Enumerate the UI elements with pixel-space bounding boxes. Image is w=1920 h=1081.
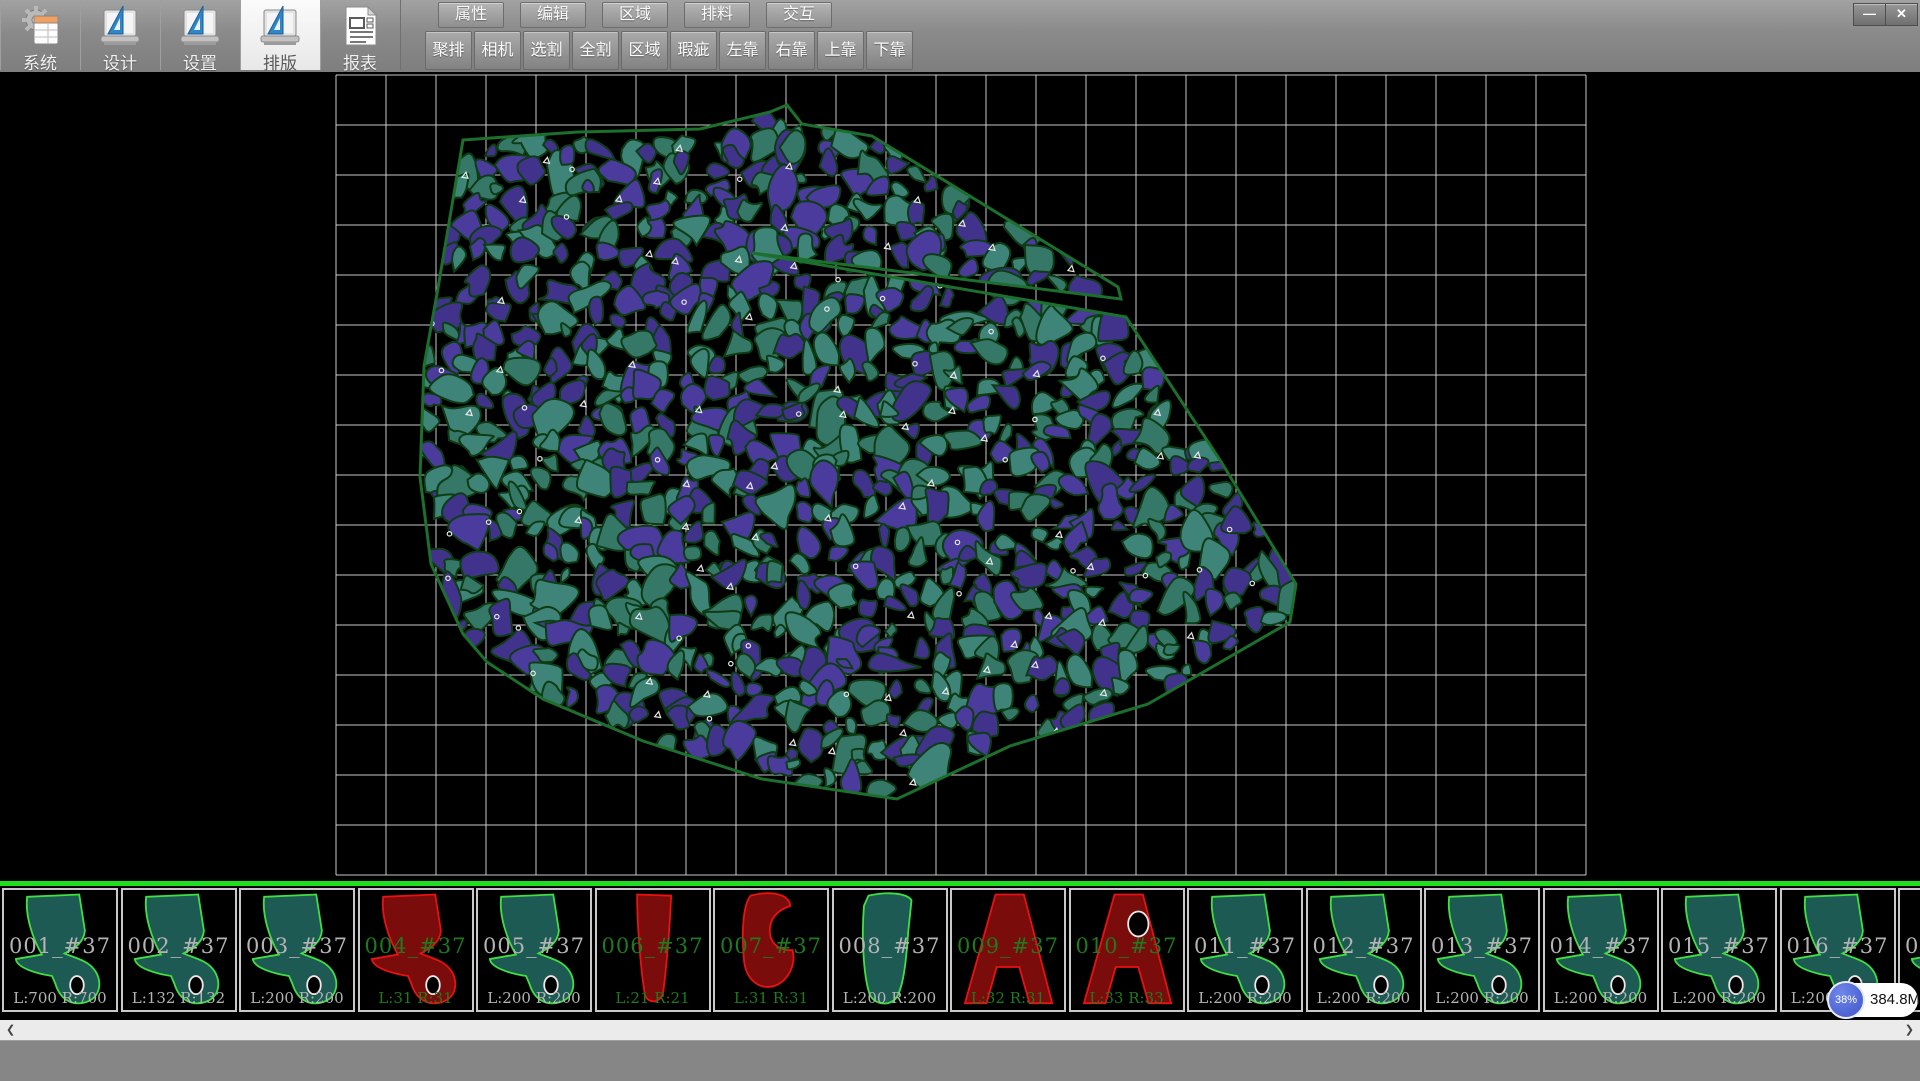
main-button-system[interactable]: 系统	[0, 0, 81, 70]
main-button-layout[interactable]: 排版	[240, 0, 321, 70]
pattern-lr-count: L:31 R:31	[360, 989, 472, 1007]
main-button-label: 报表	[320, 49, 400, 74]
menu-tab-properties[interactable]: 属性	[438, 2, 504, 28]
pattern-id-label: 015_#37	[1663, 934, 1775, 958]
pattern-thumb-011_#37[interactable]: 011_#37 L:200 R:200	[1187, 888, 1303, 1012]
pattern-thumb-014_#37[interactable]: 014_#37 L:200 R:200	[1543, 888, 1659, 1012]
pattern-lr-count: L:200 R:200	[1663, 989, 1775, 1007]
tool-button-camera[interactable]: 相机	[474, 31, 521, 70]
pattern-thumb-002_#37[interactable]: 002_#37 L:132 R:132	[121, 888, 237, 1012]
system-icon	[18, 4, 62, 48]
pattern-lr-count: L:200 R:200	[834, 989, 946, 1007]
pattern-thumb-007_#37[interactable]: 007_#37 L:31 R:31	[713, 888, 829, 1012]
pattern-id-label: 001_#37	[4, 934, 116, 958]
titlebar: 系统设计设置排版报表 属性编辑区域排料交互 聚排相机选割全割区域瑕疵左靠右靠上靠…	[0, 0, 1920, 74]
pattern-thumb-003_#37[interactable]: 003_#37 L:200 R:200	[239, 888, 355, 1012]
pattern-lr-count: L:700 R:700	[4, 989, 116, 1007]
scroll-left-icon[interactable]: ❮	[6, 1020, 15, 1040]
tool-button-cut-all[interactable]: 全割	[572, 31, 619, 70]
pattern-id-label: 013_#37	[1426, 934, 1538, 958]
main-button-label: 排版	[240, 49, 320, 74]
main-button-label: 设计	[80, 49, 160, 74]
menu-tab-region[interactable]: 区域	[602, 2, 668, 28]
pattern-thumb-010_#37[interactable]: 010_#37 L:33 R:33	[1069, 888, 1185, 1012]
report-icon	[338, 4, 382, 48]
menu-tab-nesting[interactable]: 排料	[684, 2, 750, 28]
menu-tab-interact[interactable]: 交互	[766, 2, 832, 28]
pattern-id-label: 005_#37	[478, 934, 590, 958]
main-button-settings[interactable]: 设置	[160, 0, 241, 70]
pattern-thumb-009_#37[interactable]: 009_#37 L:32 R:31	[950, 888, 1066, 1012]
pattern-id-label: 006_#37	[597, 934, 709, 958]
pattern-thumb-013_#37[interactable]: 013_#37 L:200 R:200	[1424, 888, 1540, 1012]
pattern-lr-count: L:200 R:200	[478, 989, 590, 1007]
pattern-id-label: 008_#37	[834, 934, 946, 958]
main-button-label: 设置	[160, 49, 240, 74]
settings-icon	[178, 4, 222, 48]
tool-button-select-cut[interactable]: 选割	[523, 31, 570, 70]
pattern-id-label: 002_#37	[123, 934, 235, 958]
pattern-thumb-004_#37[interactable]: 004_#37 L:31 R:31	[358, 888, 474, 1012]
pattern-thumbnail-strip: 001_#37L:700 R:700002_#37L:132 R:132003_…	[0, 886, 1920, 1020]
horizontal-scrollbar[interactable]: ❮ ❯	[0, 1020, 1920, 1040]
pattern-id-label: 014_#37	[1545, 934, 1657, 958]
pattern-lr-count: L:200 R:200	[1426, 989, 1538, 1007]
pattern-id-label: 010_#37	[1071, 934, 1183, 958]
pattern-lr-count: L:132 R:132	[123, 989, 235, 1007]
pattern-thumb-012_#37[interactable]: 012_#37 L:200 R:200	[1306, 888, 1422, 1012]
pattern-lr-count: L:21 R:21	[597, 989, 709, 1007]
pattern-id-label: 012_#37	[1308, 934, 1420, 958]
close-button[interactable]: ✕	[1885, 3, 1918, 26]
pattern-thumb-015_#37[interactable]: 015_#37 L:200 R:200	[1661, 888, 1777, 1012]
pattern-id-label: 004_#37	[360, 934, 472, 958]
pattern-thumb-008_#37[interactable]: 008_#37 L:200 R:200	[832, 888, 948, 1012]
pattern-lr-count: L:33 R:33	[1071, 989, 1183, 1007]
pattern-lr-count: L:32 R:31	[952, 989, 1064, 1007]
scroll-right-icon[interactable]: ❯	[1905, 1020, 1914, 1040]
main-button-design[interactable]: 设计	[80, 0, 161, 70]
main-button-label: 系统	[0, 49, 80, 74]
hide-nesting-view	[0, 72, 1920, 881]
pattern-thumb-005_#37[interactable]: 005_#37 L:200 R:200	[476, 888, 592, 1012]
pattern-id-label: 011_#37	[1189, 934, 1301, 958]
design-icon	[98, 4, 142, 48]
minimize-button[interactable]: —	[1853, 3, 1886, 26]
pattern-lr-count: L:200 R:200	[241, 989, 353, 1007]
memory-usage-badge[interactable]: 38% 384.8M	[1830, 983, 1918, 1017]
main-button-report[interactable]: 报表	[320, 0, 401, 70]
tool-button-snap-bottom[interactable]: 下靠	[866, 31, 913, 70]
memory-value: 384.8M	[1870, 983, 1920, 1017]
tool-button-snap-right[interactable]: 右靠	[768, 31, 815, 70]
tool-button-defect[interactable]: 瑕疵	[670, 31, 717, 70]
pattern-id-label: 009_#37	[952, 934, 1064, 958]
pattern-lr-count: L:200 R:200	[1545, 989, 1657, 1007]
tool-button-cluster-nest[interactable]: 聚排	[425, 31, 472, 70]
pattern-id-label: 016_#37	[1782, 934, 1894, 958]
usage-percent-circle: 38%	[1827, 981, 1865, 1019]
pattern-thumb-001_#37[interactable]: 001_#37 L:700 R:700	[2, 888, 118, 1012]
pattern-lr-count: L:200 R:200	[1189, 989, 1301, 1007]
pattern-thumb-006_#37[interactable]: 006_#37 L:21 R:21	[595, 888, 711, 1012]
pattern-lr-count: L:31 R:31	[715, 989, 827, 1007]
pattern-id-label: 017_#37	[1900, 934, 1920, 958]
menu-tab-edit[interactable]: 编辑	[520, 2, 586, 28]
tool-button-region[interactable]: 区域	[621, 31, 668, 70]
tool-button-snap-left[interactable]: 左靠	[719, 31, 766, 70]
bottom-status-bar	[0, 1040, 1920, 1081]
pattern-lr-count: L:200 R:200	[1308, 989, 1420, 1007]
pattern-id-label: 003_#37	[241, 934, 353, 958]
nesting-canvas[interactable]	[0, 72, 1920, 881]
layout-icon	[258, 4, 302, 48]
pattern-id-label: 007_#37	[715, 934, 827, 958]
tool-button-snap-top[interactable]: 上靠	[817, 31, 864, 70]
